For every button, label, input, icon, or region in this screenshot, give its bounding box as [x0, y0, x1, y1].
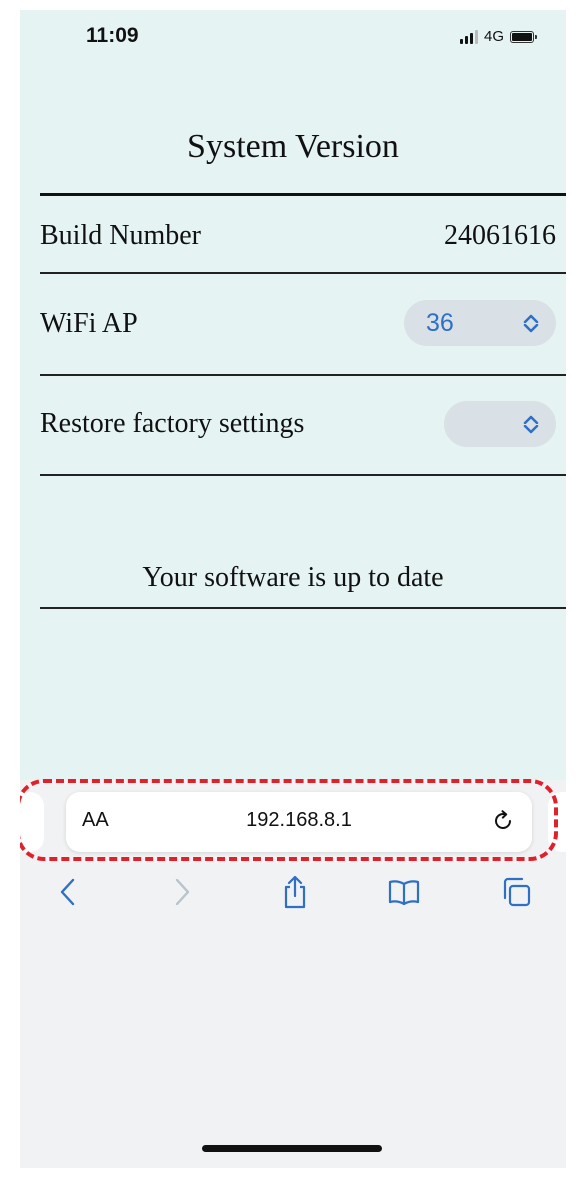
tabs-button[interactable]	[494, 870, 538, 914]
title-divider	[40, 193, 566, 196]
row-divider	[40, 474, 566, 476]
wifi-ap-label: WiFi AP	[40, 308, 138, 339]
chevron-up-down-icon	[522, 314, 540, 333]
row-divider	[40, 272, 566, 274]
network-label: 4G	[483, 28, 504, 45]
bookmarks-icon	[388, 880, 420, 906]
restore-factory-select[interactable]	[444, 401, 556, 447]
page-title: System Version	[187, 128, 399, 165]
battery-icon	[510, 30, 537, 43]
share-button[interactable]	[273, 870, 317, 914]
signal-icon	[459, 29, 478, 44]
row-divider	[40, 374, 566, 376]
status-indicators: 4G	[459, 28, 537, 45]
restore-factory-label: Restore factory settings	[40, 408, 305, 439]
status-time: 11:09	[86, 24, 139, 47]
back-icon	[60, 878, 75, 906]
bookmarks-button[interactable]	[382, 870, 426, 914]
home-indicator[interactable]	[202, 1145, 382, 1152]
phone-screen: 11:09 4G System Version Build Number 240…	[20, 10, 566, 1168]
browser-toolbar	[20, 870, 566, 920]
message-divider	[40, 607, 566, 609]
tabs-icon	[503, 877, 531, 907]
build-number-value: 24061616	[444, 220, 556, 251]
back-button[interactable]	[46, 870, 90, 914]
forward-button[interactable]	[160, 870, 204, 914]
forward-icon	[175, 878, 190, 906]
wifi-ap-select[interactable]: 36	[404, 300, 556, 346]
update-status-message: Your software is up to date	[142, 562, 444, 593]
highlight-box	[20, 779, 558, 861]
share-icon	[284, 875, 306, 909]
chevron-up-down-icon	[522, 415, 540, 434]
wifi-ap-selected-value: 36	[426, 308, 454, 337]
build-number-label: Build Number	[40, 220, 201, 251]
